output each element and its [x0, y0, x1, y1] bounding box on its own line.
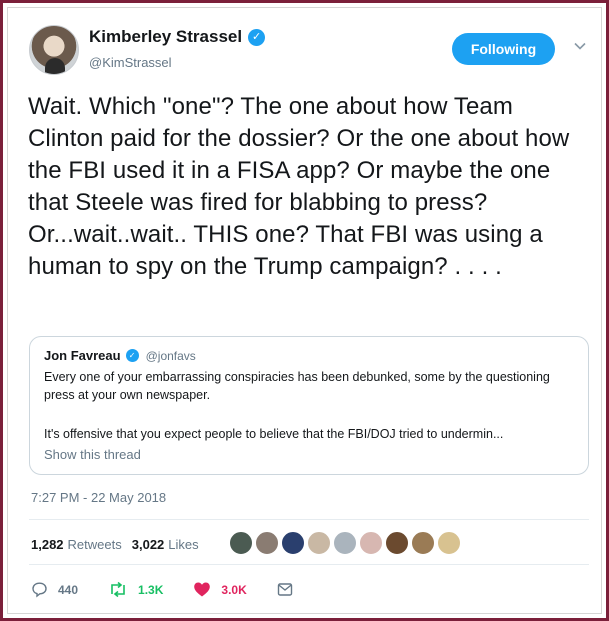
divider-top	[29, 519, 589, 520]
quoted-tweet-header: Jon Favreau ✓ @jonfavs	[44, 348, 196, 363]
liker-avatar-6[interactable]	[359, 531, 383, 555]
author-handle[interactable]: @KimStrassel	[89, 55, 172, 70]
reply-icon	[32, 582, 47, 598]
chevron-down-icon[interactable]	[573, 39, 587, 53]
quoted-author-name: Jon Favreau	[44, 348, 121, 363]
retweets-label[interactable]: Retweets	[68, 537, 122, 552]
liker-avatar-7[interactable]	[385, 531, 409, 555]
quoted-verified-badge-icon: ✓	[125, 349, 139, 362]
quoted-tweet-card[interactable]: Jon Favreau ✓ @jonfavs Every one of your…	[29, 336, 589, 475]
quoted-paragraph-1: Every one of your embarrassing conspirac…	[44, 370, 550, 402]
liker-avatars	[229, 531, 463, 555]
retweet-button[interactable]: 1.3K	[108, 581, 163, 598]
tweet-timestamp[interactable]: 7:27 PM - 22 May 2018	[31, 490, 166, 505]
tweet-actions: 440 1.3K 3.0K	[31, 581, 333, 598]
following-button[interactable]: Following	[452, 33, 555, 65]
liker-avatar-8[interactable]	[411, 531, 435, 555]
heart-icon	[194, 582, 211, 597]
liker-avatar-4[interactable]	[307, 531, 331, 555]
quoted-paragraph-2: It's offensive that you expect people to…	[44, 427, 504, 441]
liker-avatar-2[interactable]	[255, 531, 279, 555]
like-count: 3.0K	[221, 582, 247, 597]
author-name-row: Kimberley Strassel ✓	[89, 27, 266, 47]
likes-count[interactable]: 3,022	[132, 537, 165, 552]
show-this-thread-link[interactable]: Show this thread	[44, 447, 141, 462]
liker-avatar-9[interactable]	[437, 531, 461, 555]
engagement-stats: 1,282 Retweets 3,022 Likes	[31, 537, 209, 552]
reply-count: 440	[58, 582, 79, 597]
liker-avatar-5[interactable]	[333, 531, 357, 555]
divider-bottom	[29, 564, 589, 565]
reply-button[interactable]: 440	[31, 581, 78, 598]
tweet-frame: Kimberley Strassel ✓ @KimStrassel Follow…	[0, 0, 609, 621]
direct-message-button[interactable]	[277, 582, 303, 597]
author-display-name[interactable]: Kimberley Strassel	[89, 27, 242, 47]
verified-badge-icon: ✓	[248, 28, 266, 46]
like-button[interactable]: 3.0K	[193, 581, 247, 598]
tweet-text: Wait. Which "one"? The one about how Tea…	[28, 93, 570, 280]
liker-avatar-3[interactable]	[281, 531, 305, 555]
retweets-count[interactable]: 1,282	[31, 537, 64, 552]
liker-avatar-1[interactable]	[229, 531, 253, 555]
retweet-count: 1.3K	[138, 582, 164, 597]
author-avatar[interactable]	[29, 25, 79, 75]
quoted-author-handle: @jonfavs	[145, 348, 196, 363]
envelope-icon	[277, 583, 292, 596]
retweet-icon	[111, 581, 125, 598]
likes-label[interactable]: Likes	[168, 537, 198, 552]
